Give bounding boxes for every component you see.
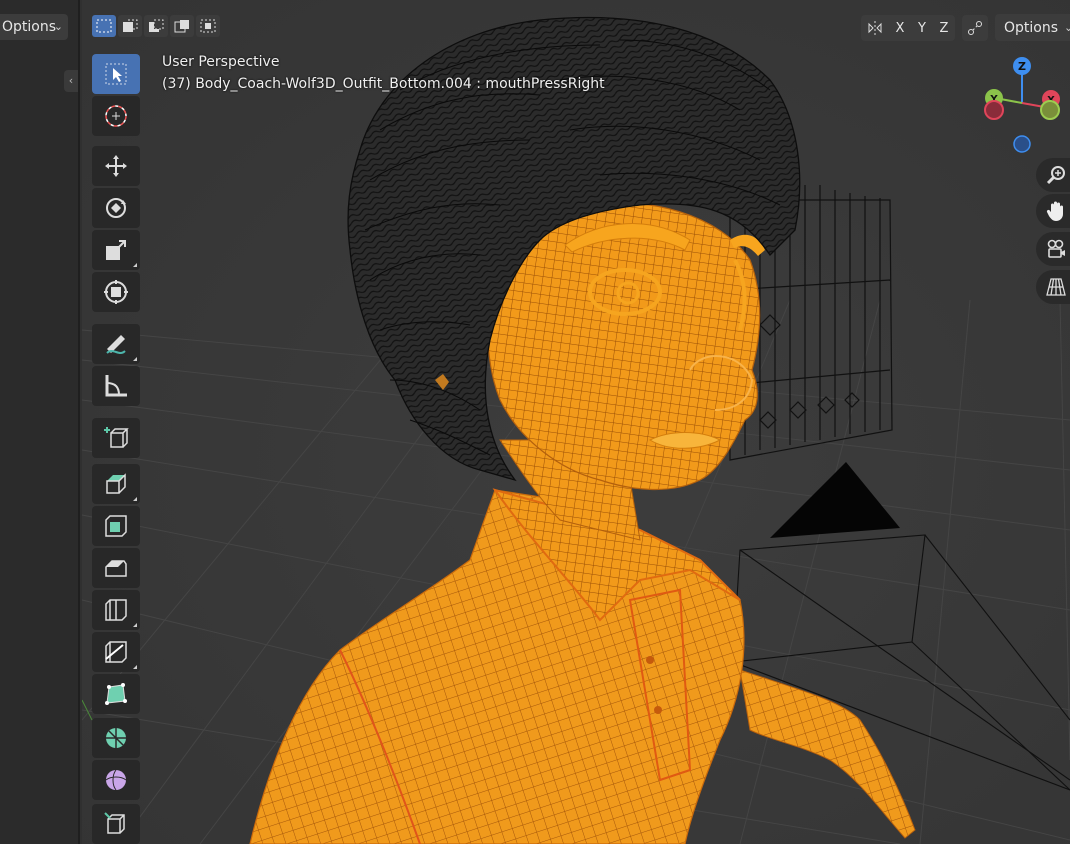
- axis-x-button[interactable]: X: [889, 15, 911, 41]
- measure-tool[interactable]: [92, 366, 140, 406]
- options-dropdown-left[interactable]: Options ⌄: [0, 14, 68, 40]
- snap-icon[interactable]: [962, 15, 988, 41]
- poly-build-tool[interactable]: [92, 674, 140, 714]
- smooth-tool[interactable]: [92, 760, 140, 800]
- collapse-arrow-icon[interactable]: ‹: [64, 70, 78, 92]
- zoom-icon[interactable]: [1036, 158, 1070, 192]
- select-subtract-button[interactable]: [144, 15, 168, 37]
- cursor-tool[interactable]: [92, 96, 140, 136]
- mirror-axis-group: X Y Z: [861, 15, 955, 41]
- inset-tool[interactable]: [92, 506, 140, 546]
- select-new-button[interactable]: [92, 15, 116, 37]
- axis-y-button[interactable]: Y: [911, 15, 933, 41]
- spin-tool[interactable]: [92, 718, 140, 758]
- options-label-right: Options: [1004, 19, 1059, 36]
- rotate-tool[interactable]: [92, 188, 140, 228]
- scale-tool[interactable]: [92, 230, 140, 270]
- selection-mode-group: [92, 15, 220, 37]
- extrude-tool[interactable]: [92, 464, 140, 504]
- options-dropdown-right[interactable]: Options ⌄: [995, 14, 1070, 41]
- viewport-scene: [82, 0, 1070, 844]
- select-intersect-button[interactable]: [196, 15, 220, 37]
- select-box-tool[interactable]: [92, 54, 140, 94]
- mirror-icon[interactable]: [861, 15, 889, 41]
- navigation-gizmo[interactable]: Z X Y: [975, 50, 1070, 160]
- bevel-tool[interactable]: [92, 548, 140, 588]
- add-cube-tool[interactable]: [92, 418, 140, 458]
- pan-hand-icon[interactable]: [1036, 194, 1070, 228]
- options-label-left: Options: [2, 19, 57, 35]
- axis-z-button[interactable]: Z: [933, 15, 955, 41]
- gizmo-z-label: Z: [1018, 60, 1026, 73]
- camera-view-icon[interactable]: [1036, 232, 1070, 266]
- view-name-label: User Perspective: [162, 54, 280, 70]
- perspective-grid-icon[interactable]: [1036, 270, 1070, 304]
- chevron-down-icon: ⌄: [1064, 21, 1070, 34]
- knife-tool[interactable]: [92, 632, 140, 672]
- active-object-info: (37) Body_Coach-Wolf3D_Outfit_Bottom.004…: [162, 76, 605, 92]
- chevron-down-icon: ⌄: [53, 20, 63, 33]
- loop-cut-tool[interactable]: [92, 590, 140, 630]
- select-invert-button[interactable]: [170, 15, 194, 37]
- transform-tool[interactable]: [92, 272, 140, 312]
- move-tool[interactable]: [92, 146, 140, 186]
- select-extend-button[interactable]: [118, 15, 142, 37]
- 3d-viewport[interactable]: [82, 0, 1070, 844]
- annotate-tool[interactable]: [92, 324, 140, 364]
- properties-side-panel: Options ⌄ ‹: [0, 0, 80, 844]
- shear-tool[interactable]: [92, 804, 140, 844]
